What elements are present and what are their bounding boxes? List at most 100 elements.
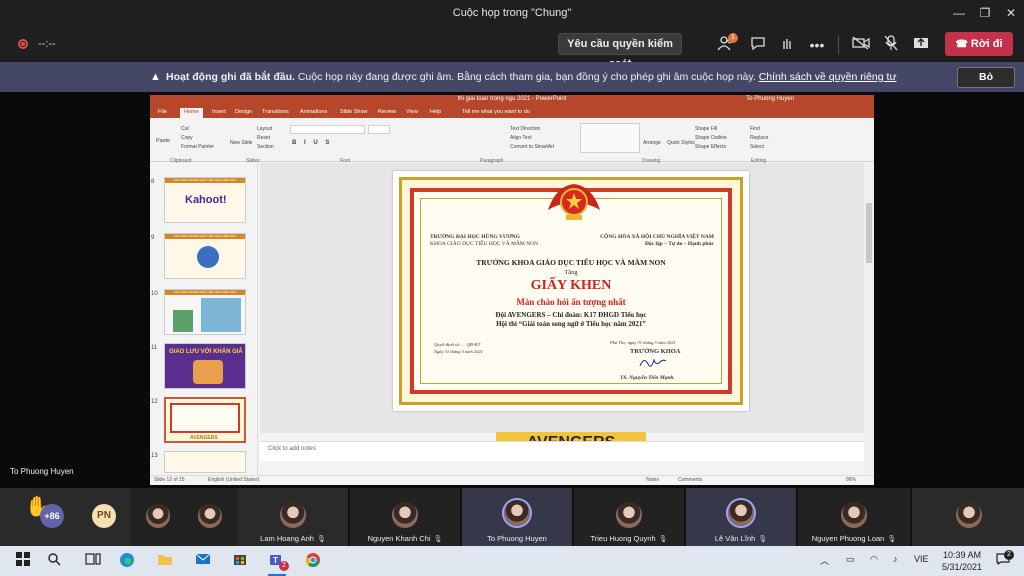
participant-tile-active[interactable]: Lê Văn Lĩnh 🎙 (686, 488, 796, 546)
wifi-icon[interactable]: ◠ (870, 554, 878, 565)
ppt-tab-review[interactable]: Review (378, 109, 396, 115)
shapes-gallery[interactable] (580, 123, 640, 153)
taskbar-file-explorer[interactable] (156, 552, 174, 570)
folder-icon (158, 555, 172, 565)
thumb-number: 13 (151, 453, 158, 459)
participant-tile[interactable]: Nguyen Khanh Chi 🎙 (350, 488, 460, 546)
ppt-tab-file[interactable]: File (158, 109, 167, 115)
status-notes-button[interactable]: Notes (646, 477, 659, 483)
self-video-tile[interactable] (912, 488, 1024, 546)
privacy-policy-link[interactable]: Chính sách về quyền riêng tư (759, 71, 897, 83)
taskbar-chrome[interactable] (304, 552, 322, 570)
align-text-button[interactable]: Align Text (510, 135, 532, 141)
shape-effects-button[interactable]: Shape Effects (695, 144, 726, 150)
task-view-button[interactable] (84, 552, 102, 570)
slide-thumbnail-8[interactable]: GIẢI TOÁN SONG NGỮ TIỂU HỌC NĂM 2021 Kah… (164, 177, 246, 223)
ppt-tab-slideshow[interactable]: Slide Show (340, 109, 368, 115)
quick-styles-button[interactable]: Quick Styles (667, 140, 695, 146)
new-slide-button[interactable]: New Slide (230, 140, 253, 146)
font-size-box[interactable] (368, 125, 390, 134)
slide-thumbnail-11[interactable]: GIAO LƯU VỚI KHÁN GIẢ (164, 343, 246, 389)
action-center-button[interactable]: 2 (996, 550, 1014, 569)
layout-button[interactable]: Layout (257, 126, 272, 132)
current-slide[interactable]: TRƯỜNG ĐẠI HỌC HÙNG VƯƠNG KHOA GIÁO DỤC … (393, 171, 749, 411)
participants-badge: 1 (728, 33, 738, 43)
ppt-tab-help[interactable]: Help (430, 109, 441, 115)
participant-tile-active[interactable]: To Phuong Huyen (462, 488, 572, 546)
mic-off-icon: 🎙 (887, 536, 897, 543)
ppt-tell-me[interactable]: Tell me what you want to do (462, 109, 530, 115)
text-direction-button[interactable]: Text Direction (510, 126, 540, 132)
paste-button[interactable]: Paste (156, 138, 170, 144)
taskbar-teams[interactable]: T 2 (268, 552, 289, 571)
ppt-tab-home[interactable]: Home (180, 108, 203, 118)
slide-thumbnail-9[interactable]: GIẢI TOÁN SONG NGỮ TIỂU HỌC NĂM 2021 (164, 233, 246, 279)
slide-scrollbar[interactable] (864, 163, 874, 475)
minimize-button[interactable]: — (946, 4, 972, 22)
slide-thumbnail-12[interactable]: AVENGERS (164, 397, 246, 443)
taskbar-store[interactable] (231, 552, 249, 570)
ppt-tab-design[interactable]: Design (235, 109, 252, 115)
ppt-tab-animations[interactable]: Animations (300, 109, 327, 115)
taskbar-mail[interactable] (194, 552, 212, 570)
tray-overflow-icon[interactable]: ︿ (820, 554, 829, 567)
reactions-button[interactable] (776, 35, 798, 55)
arrange-button[interactable]: Arrange (643, 140, 661, 146)
volume-icon[interactable]: ♪ (893, 554, 898, 564)
taskbar-clock[interactable]: 10:39 AM 5/31/2021 (936, 549, 988, 573)
shape-outline-button[interactable]: Shape Outline (695, 135, 727, 141)
participant-tile-photo[interactable] (130, 488, 238, 546)
avatar (146, 504, 170, 528)
find-button[interactable]: Find (750, 126, 760, 132)
participant-tile[interactable]: Lam Hoang Anh 🎙 (238, 488, 348, 546)
leave-button[interactable]: ☎ Rời đi (945, 32, 1013, 56)
slide-thumbnail-13[interactable] (164, 451, 246, 473)
recording-icon (18, 39, 28, 49)
more-participants-badge[interactable]: +86 (40, 504, 64, 528)
avatar-initials[interactable]: PN (92, 504, 116, 528)
more-actions-button[interactable]: ••• (806, 35, 828, 55)
shape-fill-button[interactable]: Shape Fill (695, 126, 717, 132)
slide-thumbnail-pane: 8 GIẢI TOÁN SONG NGỮ TIỂU HỌC NĂM 2021 K… (150, 163, 258, 477)
slide-thumbnail-10[interactable]: GIẢI TOÁN SONG NGỮ TIỂU HỌC NĂM 2021 (164, 289, 246, 335)
section-button[interactable]: Section (257, 144, 274, 150)
participants-button[interactable]: 1 (715, 33, 738, 55)
search-button[interactable] (45, 552, 63, 570)
participant-tile[interactable]: Trieu Huong Quynh 🎙 (574, 488, 684, 546)
convert-smartart-button[interactable]: Convert to SmartArt (510, 144, 554, 150)
font-name-box[interactable] (290, 125, 365, 134)
request-control-button[interactable]: Yêu cầu quyền kiểm soát (558, 33, 682, 70)
status-comments-button[interactable]: Comments (678, 477, 702, 483)
copy-button[interactable]: Copy (181, 135, 193, 141)
input-language[interactable]: VIE (914, 554, 929, 564)
format-painter-button[interactable]: Format Painter (181, 144, 214, 150)
ppt-tab-transitions[interactable]: Transitions (262, 109, 289, 115)
ppt-tab-insert[interactable]: Insert (212, 109, 226, 115)
replace-button[interactable]: Replace (750, 135, 768, 141)
camera-toggle[interactable] (850, 35, 872, 55)
reset-button[interactable]: Reset (257, 135, 270, 141)
share-screen-button[interactable] (910, 35, 932, 55)
start-button[interactable] (14, 552, 32, 570)
close-window-button[interactable]: ✕ (998, 4, 1024, 22)
maximize-button[interactable]: ❐ (972, 4, 998, 22)
status-zoom[interactable]: 96% (846, 477, 856, 483)
participant-tile[interactable]: Nguyen Phuong Loan 🎙 (798, 488, 910, 546)
mic-toggle[interactable] (880, 35, 902, 55)
chrome-icon (305, 553, 320, 567)
ppt-tab-view[interactable]: View (406, 109, 418, 115)
thumb-graphic (197, 246, 219, 268)
notes-pane[interactable]: Click to add notes (260, 441, 864, 461)
taskbar-edge[interactable] (118, 552, 136, 570)
chat-button[interactable] (747, 35, 769, 55)
select-button[interactable]: Select (750, 144, 764, 150)
dismiss-notice-button[interactable]: Bỏ (957, 67, 1015, 88)
raised-hands-tile[interactable]: ✋ +86 PN (0, 488, 130, 546)
ppt-title-bar: thi giai toan trong ngu 2021 - PowerPoin… (150, 95, 874, 107)
network-icon[interactable]: ▭ (846, 554, 855, 565)
font-format-buttons[interactable]: B I U S (292, 140, 332, 146)
national-emblem-icon (548, 184, 600, 220)
avatar (280, 502, 306, 528)
cut-button[interactable]: Cut (181, 126, 189, 132)
scrollbar-thumb[interactable] (866, 203, 872, 263)
